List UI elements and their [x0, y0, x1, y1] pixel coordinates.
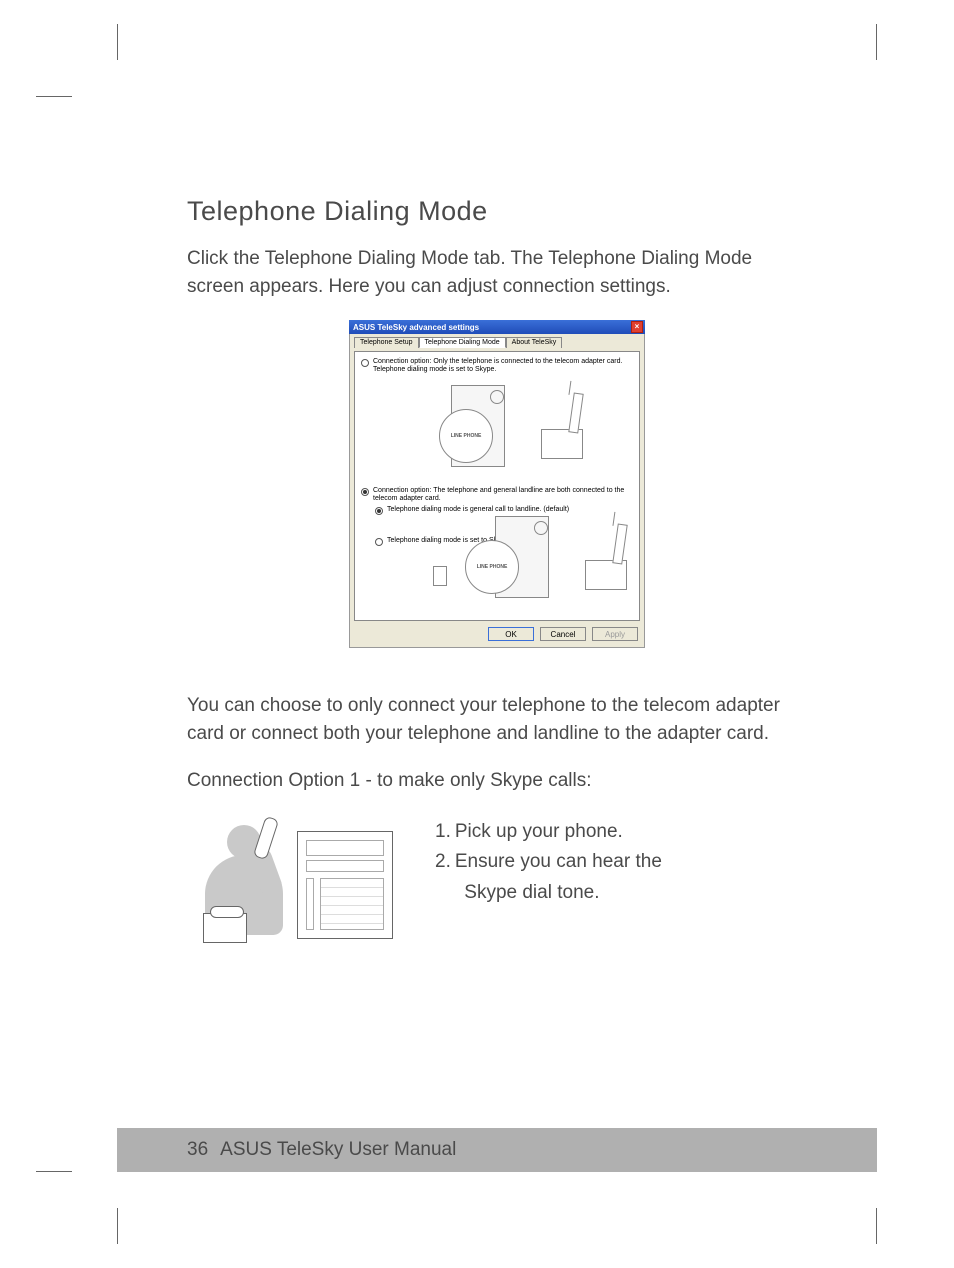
dialog-button-row: OK Cancel Apply	[354, 621, 640, 641]
step-number: 2.	[435, 847, 451, 877]
crop-mark	[117, 24, 118, 60]
radio-option-1: Connection option: Only the telephone is…	[361, 358, 633, 375]
crop-mark	[36, 1171, 72, 1172]
step-2-cont: Skype dial tone.	[435, 878, 662, 908]
phone-base-icon	[585, 560, 627, 590]
step-number: 1.	[435, 817, 451, 847]
apply-button: Apply	[592, 627, 638, 641]
step-number-spacer	[435, 878, 440, 908]
magnifier-icon: LINE PHONE	[439, 409, 493, 463]
option-1-label: Connection option: Only the telephone is…	[373, 358, 633, 375]
steps-row: 1. Pick up your phone. 2. Ensure you can…	[187, 817, 807, 947]
crop-mark	[117, 1208, 118, 1244]
tab-telephone-dialing-mode: Telephone Dialing Mode	[419, 337, 506, 348]
dialog-title: ASUS TeleSky advanced settings	[353, 323, 631, 332]
dialog-screenshot: ASUS TeleSky advanced settings × Telepho…	[349, 320, 645, 648]
wallplate-icon	[433, 566, 447, 586]
step-2: 2. Ensure you can hear the	[435, 847, 662, 877]
magnifier-icon: LINE PHONE	[465, 540, 519, 594]
dialog-tabstrip: Telephone Setup Telephone Dialing Mode A…	[354, 336, 640, 347]
dialog-tabpanel: Connection option: Only the telephone is…	[354, 351, 640, 621]
body-paragraph: You can choose to only connect your tele…	[187, 692, 807, 747]
radio-sub-option-1: Telephone dialing mode is general call t…	[375, 506, 633, 515]
pc-bays-icon	[320, 878, 384, 930]
option-2-label: Connection option: The telephone and gen…	[373, 487, 633, 504]
footer-title: ASUS TeleSky User Manual	[220, 1139, 456, 1161]
page-footer: 36 ASUS TeleSky User Manual	[117, 1128, 877, 1172]
option-1-illustration: LINE PHONE	[361, 379, 633, 479]
step-text: Pick up your phone.	[455, 817, 623, 847]
cordless-handset-icon	[612, 524, 627, 565]
person-phone-illustration	[187, 817, 407, 947]
crop-mark	[876, 24, 877, 60]
pc-tower-icon	[297, 831, 393, 939]
section-heading: Telephone Dialing Mode	[187, 196, 807, 227]
tab-telephone-setup: Telephone Setup	[354, 337, 419, 348]
radio-icon	[375, 507, 383, 515]
desk-phone-icon	[203, 913, 247, 943]
close-icon: ×	[631, 321, 643, 333]
radio-option-2: Connection option: The telephone and gen…	[361, 487, 633, 504]
port-label: LINE PHONE	[451, 433, 482, 439]
dialog-titlebar: ASUS TeleSky advanced settings ×	[349, 320, 645, 334]
intro-paragraph: Click the Telephone Dialing Mode tab. Th…	[187, 245, 807, 300]
cancel-button: Cancel	[540, 627, 586, 641]
sub-option-1-label: Telephone dialing mode is general call t…	[387, 506, 569, 515]
port-label: LINE PHONE	[477, 564, 508, 570]
step-1: 1. Pick up your phone.	[435, 817, 662, 847]
radio-icon	[361, 359, 369, 367]
tab-about-telesky: About TeleSky	[506, 337, 563, 348]
crop-mark	[876, 1208, 877, 1244]
drive-bay-icon	[306, 840, 384, 856]
cordless-handset-icon	[568, 392, 583, 433]
option-heading: Connection Option 1 - to make only Skype…	[187, 767, 807, 795]
crop-mark	[36, 96, 72, 97]
pc-side-icon	[306, 878, 314, 930]
step-list: 1. Pick up your phone. 2. Ensure you can…	[435, 817, 662, 908]
radio-icon	[375, 538, 383, 546]
page-number: 36	[187, 1139, 208, 1161]
page-content: Telephone Dialing Mode Click the Telepho…	[117, 96, 877, 947]
step-text: Skype dial tone.	[444, 878, 599, 908]
dialog-body: Telephone Setup Telephone Dialing Mode A…	[349, 334, 645, 648]
drive-bay-icon	[306, 860, 384, 872]
ok-button: OK	[488, 627, 534, 641]
page-frame: Telephone Dialing Mode Click the Telepho…	[117, 96, 877, 1172]
step-text: Ensure you can hear the	[455, 847, 662, 877]
radio-icon	[361, 488, 369, 496]
option-2-illustration: LINE PHONE	[455, 516, 633, 606]
